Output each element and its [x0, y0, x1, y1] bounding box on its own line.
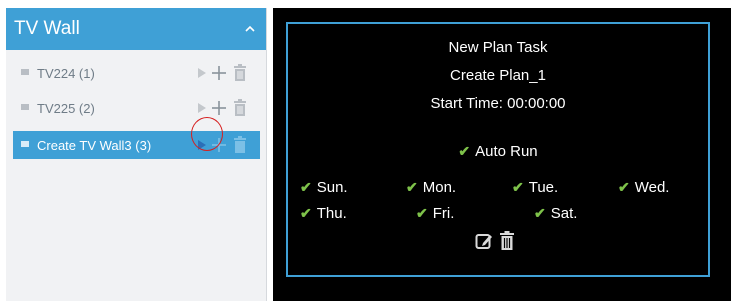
top-strip	[0, 0, 731, 8]
day-thu[interactable]: ✔ Thu.	[300, 205, 347, 222]
day-sat[interactable]: ✔ Sat.	[534, 205, 577, 222]
edit-icon[interactable]	[475, 232, 493, 250]
checkmark-icon: ✔	[458, 143, 471, 159]
auto-run-option[interactable]: ✔ Auto Run	[288, 143, 708, 160]
plan-name: Create Plan_1	[450, 67, 546, 84]
tree-item-tv225[interactable]: TV225 (2)	[13, 94, 260, 122]
plus-icon[interactable]	[211, 64, 227, 82]
day-label: Wed.	[634, 179, 670, 196]
checkmark-icon: ✔	[534, 205, 546, 221]
day-label: Mon.	[422, 179, 457, 196]
panel-header[interactable]: TV Wall	[6, 8, 266, 50]
checkmark-icon: ✔	[406, 179, 418, 195]
item-actions	[197, 64, 257, 82]
checkmark-icon: ✔	[300, 179, 312, 195]
day-sun[interactable]: ✔ Sun.	[300, 179, 348, 196]
trash-icon[interactable]	[233, 99, 247, 117]
panel-title: TV Wall	[14, 18, 80, 39]
plan-actions	[475, 230, 525, 252]
trash-icon[interactable]	[233, 136, 247, 154]
tree-item-tv224[interactable]: TV224 (1)	[13, 59, 260, 87]
checkmark-icon: ✔	[416, 205, 428, 221]
tv-wall-square-icon	[21, 141, 29, 147]
day-mon[interactable]: ✔ Mon.	[406, 179, 456, 196]
day-label: Tue.	[528, 179, 559, 196]
highlight-circle	[191, 117, 223, 151]
day-label: Fri.	[432, 205, 455, 222]
trash-icon[interactable]	[233, 64, 247, 82]
plan-heading: New Plan Task	[448, 39, 548, 56]
checkmark-icon: ✔	[512, 179, 524, 195]
plus-icon[interactable]	[211, 99, 227, 117]
plan-start-time: Start Time: 00:00:00	[430, 95, 566, 112]
tree-item-label: TV224 (1)	[37, 66, 95, 81]
checkmark-icon: ✔	[618, 179, 630, 195]
chevron-up-icon[interactable]	[244, 24, 256, 34]
tree-item-label: TV225 (2)	[37, 101, 95, 116]
plan-task-box: New Plan Task Create Plan_1 Start Time: …	[286, 22, 710, 277]
day-wed[interactable]: ✔ Wed.	[618, 179, 669, 196]
tree-item-label: Create TV Wall3 (3)	[37, 138, 152, 153]
day-fri[interactable]: ✔ Fri.	[416, 205, 454, 222]
play-icon[interactable]	[197, 99, 207, 117]
item-actions	[197, 99, 257, 117]
auto-run-label: Auto Run	[475, 143, 538, 160]
trash-icon[interactable]	[499, 231, 515, 251]
day-label: Sat.	[550, 205, 578, 222]
day-label: Thu.	[316, 205, 347, 222]
tv-wall-square-icon	[21, 104, 29, 110]
day-label: Sun.	[316, 179, 348, 196]
checkmark-icon: ✔	[300, 205, 312, 221]
day-tue[interactable]: ✔ Tue.	[512, 179, 558, 196]
play-icon[interactable]	[197, 64, 207, 82]
tv-wall-square-icon	[21, 69, 29, 75]
